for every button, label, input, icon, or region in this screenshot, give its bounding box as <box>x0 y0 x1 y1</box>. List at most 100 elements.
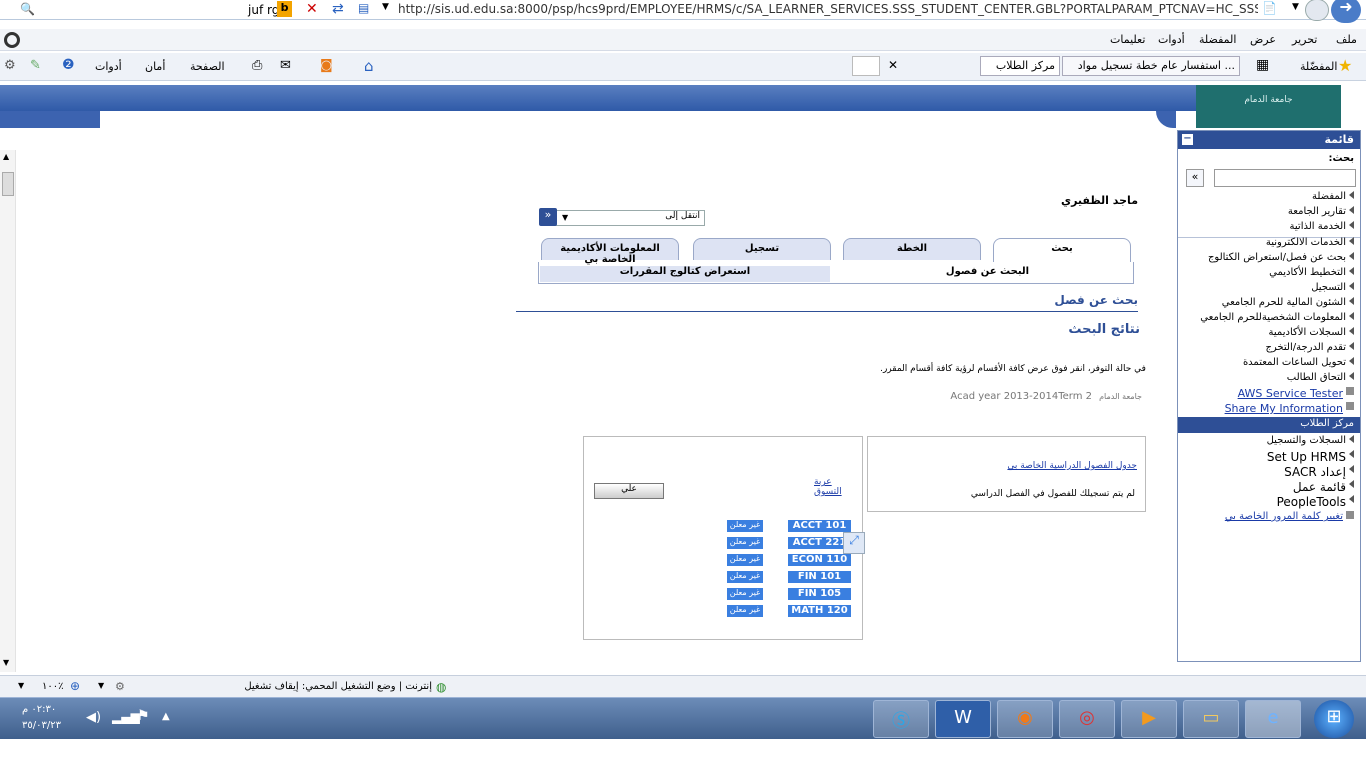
shopping-cart-link[interactable]: عربة التسوق <box>814 477 862 497</box>
goto-select[interactable]: ▼ انتقل إلى <box>555 210 705 226</box>
sidebar-item[interactable]: السجلات والتسجيل <box>1267 435 1354 446</box>
sidebar-item[interactable]: السجلات الأكاديمية <box>1269 327 1354 338</box>
forward-button[interactable] <box>1305 0 1329 21</box>
cart-course-code[interactable]: ACCT 101 <box>788 520 851 532</box>
stop-icon[interactable]: ✕ <box>306 1 318 17</box>
cart-button[interactable]: علي <box>594 483 664 499</box>
change-password-link[interactable]: تغيير كلمة المرور الخاصة بي <box>1225 511 1354 522</box>
sidebar-item[interactable]: التسجيل <box>1311 282 1354 293</box>
sidebar-student-center[interactable]: مركز الطلاب <box>1178 417 1360 433</box>
zoom-icon[interactable]: ⊕ <box>70 679 80 693</box>
new-tab-button[interactable] <box>852 56 880 76</box>
menu-favorites[interactable]: المفضلة <box>1199 33 1236 46</box>
menu-help[interactable]: تعليمات <box>1110 33 1145 46</box>
chevron-down-icon[interactable]: ▼ <box>382 2 389 12</box>
menu-tools[interactable]: أدوات <box>1158 33 1185 46</box>
mail-icon[interactable]: ✉ <box>280 58 291 73</box>
volume-icon[interactable]: ◀) <box>86 710 101 725</box>
my-schedule-link[interactable]: جدول الفصول الدراسية الخاصة بي <box>1007 461 1137 471</box>
tab-label: الخطة <box>896 243 928 254</box>
menu-edit[interactable]: تحرير <box>1292 33 1317 46</box>
print-icon[interactable]: ⎙ <box>252 58 262 73</box>
popup-icon[interactable]: ⤢ <box>843 532 865 554</box>
home-icon[interactable]: ⌂ <box>364 57 374 75</box>
cart-course-code[interactable]: FIN 105 <box>788 588 851 600</box>
zoom-level[interactable]: ١٠٠٪ <box>42 681 64 692</box>
sidebar-item[interactable]: تحويل الساعات المعتمدة <box>1243 357 1354 368</box>
zoom-dropdown-icon[interactable]: ▼ <box>18 681 24 690</box>
goto-button[interactable]: » <box>539 208 557 226</box>
sidebar-item[interactable]: المعلومات الشخصيةللحرم الجامعي <box>1200 312 1354 323</box>
url-field[interactable]: http://sis.ud.edu.sa:8000/psp/hcs9prd/EM… <box>398 2 1258 16</box>
sidebar-item[interactable]: PeopleTools <box>1277 495 1354 509</box>
sidebar-aws[interactable]: AWS Service Tester <box>1238 387 1354 400</box>
star-icon[interactable]: ★ <box>1338 56 1352 75</box>
sidebar-item[interactable]: المفضلة <box>1312 191 1354 202</box>
toolbar-page[interactable]: الصفحة <box>190 60 225 73</box>
quick-tabs-icon[interactable]: ▦ <box>1256 57 1269 73</box>
toolbar-safety[interactable]: أمان <box>145 60 165 73</box>
tab-search[interactable]: بحث <box>993 238 1131 262</box>
cart-course-code[interactable]: MATH 120 <box>788 605 851 617</box>
tab-student-center[interactable]: مركز الطلاب <box>980 56 1060 76</box>
network-icon[interactable]: ▂▄▆ <box>112 710 140 724</box>
firefox-icon[interactable]: ◉ <box>997 700 1053 738</box>
sidebar-item[interactable]: الخدمة الذاتية <box>1290 221 1354 232</box>
close-tab-icon[interactable]: ✕ <box>888 58 898 72</box>
compat-view-icon[interactable]: ▤ <box>358 1 369 15</box>
clock-date[interactable]: ٣٥/٠٣/٢٣ <box>22 720 61 731</box>
menu-file[interactable]: ملف <box>1336 33 1357 46</box>
scroll-thumb[interactable] <box>2 172 14 196</box>
settings-icon[interactable]: ⚙ <box>115 680 125 693</box>
search-box[interactable]: juf rg <box>248 3 279 17</box>
sidebar-item[interactable]: الخدمات الالكترونية <box>1266 237 1354 248</box>
tab-plan[interactable]: الخطة <box>843 238 981 260</box>
sidebar-share-info[interactable]: Share My Information <box>1225 402 1354 415</box>
chrome-icon[interactable]: ◎ <box>1059 700 1115 738</box>
vertical-scrollbar[interactable]: ▲ ▼ <box>0 150 16 672</box>
sidebar-item[interactable]: Set Up HRMS <box>1267 450 1354 464</box>
ie-taskbar-icon[interactable]: e <box>1245 700 1301 738</box>
sidebar-item[interactable]: الشئون المالية للحرم الجامعي <box>1222 297 1354 308</box>
show-hidden-icons[interactable]: ▲ <box>162 711 170 722</box>
help-icon[interactable]: ❷ <box>62 57 75 73</box>
chevron-down-icon[interactable]: ▼ <box>98 681 104 690</box>
cart-course-code[interactable]: ACCT 221 <box>788 537 851 549</box>
scroll-down-icon[interactable]: ▼ <box>3 658 9 667</box>
menu-view[interactable]: عرض <box>1250 33 1276 46</box>
cart-course-code[interactable]: FIN 101 <box>788 571 851 583</box>
tab-my-academics[interactable]: المعلومات الأكاديمية الخاصة بي <box>541 238 679 265</box>
history-dropdown-icon[interactable]: ▼ <box>1292 2 1299 12</box>
rss-icon[interactable]: ◙ <box>320 58 333 73</box>
media-player-icon[interactable]: ▶ <box>1121 700 1177 738</box>
toolbar-tools[interactable]: أدوات <box>95 60 122 73</box>
research-icon[interactable]: ✎ <box>30 58 41 73</box>
sidebar-item[interactable]: قائمة عمل <box>1293 480 1354 494</box>
sidebar-item[interactable]: تقدم الدرجة/التخرج <box>1265 342 1354 353</box>
word-icon[interactable]: W <box>935 700 991 738</box>
refresh-icon[interactable]: ⇄ <box>332 1 344 17</box>
sidebar-search-input[interactable] <box>1214 169 1356 187</box>
flag-icon[interactable]: ⚑ <box>137 708 150 724</box>
cart-course-code[interactable]: ECON 110 <box>788 554 851 566</box>
search-icon[interactable]: 🔍 <box>20 2 35 16</box>
back-button[interactable]: ➜ <box>1331 0 1361 23</box>
tools-icon[interactable]: ⚙ <box>4 58 16 73</box>
tab-enroll[interactable]: تسجيل <box>693 238 831 260</box>
favorites-button[interactable]: المفضّلة <box>1300 60 1337 73</box>
subtab-class-search[interactable]: البحث عن فصول <box>845 266 1130 277</box>
sidebar-item[interactable]: تقارير الجامعة <box>1288 206 1354 217</box>
sidebar-item[interactable]: التحاق الطالب <box>1287 372 1354 383</box>
clock-time[interactable]: ٠٢:٣٠ م <box>22 704 56 715</box>
sidebar-search-button[interactable]: « <box>1186 169 1204 187</box>
subtab-browse-catalog[interactable]: استعراض كتالوج المقررات <box>540 266 830 282</box>
tab-inquiry[interactable]: استفسار عام خطة تسجيل مواد ... <box>1062 56 1240 76</box>
sidebar-item[interactable]: بحث عن فصل/استعراض الكتالوج <box>1208 252 1354 263</box>
scroll-up-icon[interactable]: ▲ <box>3 152 9 161</box>
sidebar-item[interactable]: التخطيط الأكاديمي <box>1269 267 1354 278</box>
explorer-icon[interactable]: ▭ <box>1183 700 1239 738</box>
start-button[interactable]: ⊞ <box>1314 700 1354 738</box>
skype-icon[interactable]: Ⓢ <box>873 700 929 738</box>
sidebar-item[interactable]: إعداد SACR <box>1284 465 1354 479</box>
collapse-icon[interactable]: − <box>1182 134 1193 145</box>
